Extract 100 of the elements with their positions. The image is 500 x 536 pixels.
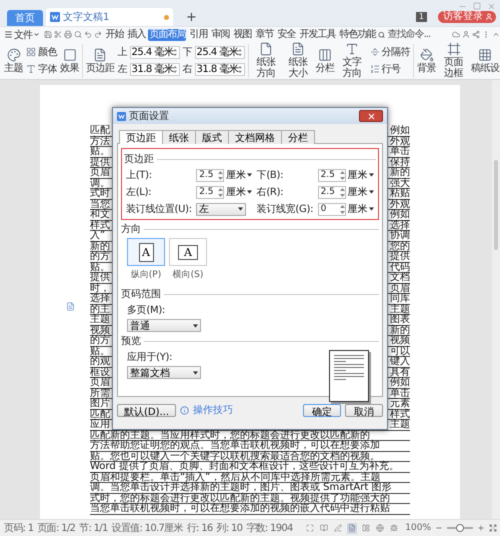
default-button[interactable]: 默认(D)... [117, 404, 176, 416]
section-heading: 页边距 [124, 152, 154, 166]
ribbon-button[interactable]: 字体 [26, 62, 57, 76]
document-text: 当您单击联机视频时，可以在想要添加的视频的嵌入代码中进行粘贴 [90, 504, 410, 514]
ribbon-button[interactable]: 纸张大小 [284, 42, 312, 79]
ribbon-button[interactable]: 颜色 [26, 45, 57, 59]
login-button[interactable]: 访客登录 [438, 11, 496, 23]
document-text: 页眉 [390, 284, 410, 293]
document-text: 提供 [90, 158, 110, 167]
ribbon-button[interactable]: 纸张方向 [252, 42, 280, 79]
margin-field[interactable]: 31.8 毫米 [130, 62, 180, 76]
cancel-button[interactable]: 取消 [345, 404, 383, 416]
ribbon-tab[interactable]: 插入 [126, 28, 146, 40]
ribbon-button[interactable]: 页面边框 [439, 42, 468, 79]
ribbon-tab[interactable]: 引用 [188, 28, 208, 40]
dialog-tab[interactable]: 分栏 [281, 130, 315, 144]
window-badge: 1 [416, 12, 427, 22]
new-tab-button[interactable]: + [182, 9, 201, 25]
document-text: 方法 [90, 136, 110, 146]
margin-field[interactable]: 25.4 毫米 [194, 46, 244, 58]
field-label: 多页(M): [127, 304, 166, 317]
number-field[interactable]: 2.5 [196, 186, 224, 198]
document-text: 文档 [390, 273, 410, 282]
document-text: 样式 [90, 220, 110, 230]
document-text: 贴。 [90, 147, 110, 156]
orientation-option[interactable]: A [127, 238, 165, 266]
section-heading: 预览 [121, 335, 141, 348]
ribbon-button[interactable]: 分隔符 [370, 45, 410, 59]
ok-button[interactable]: 确定 [303, 404, 341, 416]
ribbon-button[interactable]: 分栏 [316, 48, 334, 74]
number-field[interactable]: 2.5 [196, 168, 224, 182]
dialog-tab[interactable]: 纸张 [162, 130, 196, 144]
document-text: 图片 [90, 399, 110, 408]
ribbon-tab[interactable]: 特色功能 [338, 28, 376, 40]
ribbon-button[interactable]: 背景 [417, 48, 436, 74]
field-label: 左(L): [126, 186, 152, 199]
dialog-tab[interactable]: 页边距 [119, 130, 163, 144]
ribbon-button[interactable]: 页边距 [86, 48, 114, 74]
number-field[interactable]: 0 [318, 202, 346, 216]
margin-field[interactable]: 31.8 毫米 [194, 62, 244, 76]
document-text: 入” [90, 231, 106, 240]
ribbon-tab[interactable]: 安全 [276, 28, 296, 40]
option-label: 横向(S) [172, 268, 204, 281]
unit-dropdown[interactable]: 厘米 [348, 168, 376, 182]
ribbon-tab[interactable]: 章节 [254, 28, 274, 40]
status-text: 列: 10 [216, 522, 242, 535]
ribbon-tab[interactable]: 开始 [104, 28, 124, 40]
number-field[interactable]: 2.5 [318, 168, 346, 182]
status-text: 设置值: 10.7厘米 [112, 522, 183, 535]
document-text: 选择 [90, 294, 110, 304]
dialog-tab[interactable]: 文档网格 [228, 130, 282, 144]
document-text: 时， [90, 284, 110, 293]
document-text: 新的 [90, 242, 110, 251]
pages-dropdown[interactable]: 普通 [127, 319, 201, 332]
document-text: 贴。您也可以键入一个关键字以联机搜索最适合您的文档的视频。 [90, 452, 410, 462]
document-text: Word 提供了页眉、页脚、封面和文本框设计，这些设计可互为补充。 [90, 462, 410, 472]
gutter-position-dropdown[interactable]: 左 [196, 202, 246, 216]
ribbon-tab[interactable]: 页面布局 [148, 28, 186, 40]
apply-to-dropdown[interactable]: 整篇文档 [127, 366, 201, 379]
file-menu-button[interactable]: 文件 [4, 28, 40, 42]
document-text: 元素 [390, 399, 410, 408]
unit-dropdown[interactable]: 厘米 [226, 168, 255, 182]
margin-field[interactable]: 25.4 毫米 [130, 46, 180, 58]
document-text: 例如 [390, 378, 410, 388]
margin-label: 上 [118, 46, 128, 59]
number-field[interactable]: 2.5 [318, 186, 346, 198]
ribbon-tab[interactable]: 开发工具 [298, 28, 336, 40]
document-text: 的观 [90, 357, 110, 366]
document-text: 新的 [390, 326, 410, 335]
ribbon-button[interactable]: 行号 [370, 62, 400, 76]
ribbon-button[interactable]: 主题 [4, 48, 23, 74]
document-text: 保持 [390, 158, 410, 167]
document-text: 图表 [390, 315, 410, 324]
orientation-option[interactable]: A [169, 238, 207, 266]
unit-dropdown[interactable]: 厘米 [348, 185, 376, 199]
tips-link[interactable]: 操作技巧 [193, 403, 234, 417]
document-text: 粘贴 [390, 189, 410, 198]
unit-dropdown[interactable]: 厘米 [226, 185, 255, 199]
margin-label: 右 [182, 63, 192, 76]
ribbon-tab[interactable]: 审阅 [210, 28, 230, 40]
document-text: 式时，您的标题会进行更改以匹配新的主题。视频提供了功能强大的 [90, 494, 410, 504]
document-text: 框设 [90, 368, 110, 377]
document-text: 主题 [390, 420, 410, 430]
field-label: 右(R): [256, 186, 284, 199]
section-heading: 方向 [121, 222, 141, 236]
document-text: 匹配 [90, 410, 110, 419]
status-text: 页码: 1 [4, 522, 34, 535]
ribbon-button[interactable]: 稿纸设 [471, 48, 500, 74]
unit-dropdown[interactable]: 厘米 [348, 202, 376, 216]
ribbon-button[interactable]: 效果 [60, 48, 79, 74]
dialog-tab[interactable]: 版式 [195, 130, 229, 144]
document-text: 当您 [90, 200, 110, 209]
zoom-dropdown[interactable]: 100% [405, 523, 431, 533]
command-search-field[interactable]: 查找命令... [388, 29, 450, 40]
document-text: 键入 [390, 357, 410, 366]
document-text: 单击 [390, 388, 410, 398]
document-tab[interactable]: 文字文稿1 [46, 8, 173, 26]
ribbon-tab[interactable]: 视图 [232, 28, 252, 40]
document-text: 协调 [390, 231, 410, 240]
ribbon-button[interactable]: 文字方向 [338, 42, 366, 79]
